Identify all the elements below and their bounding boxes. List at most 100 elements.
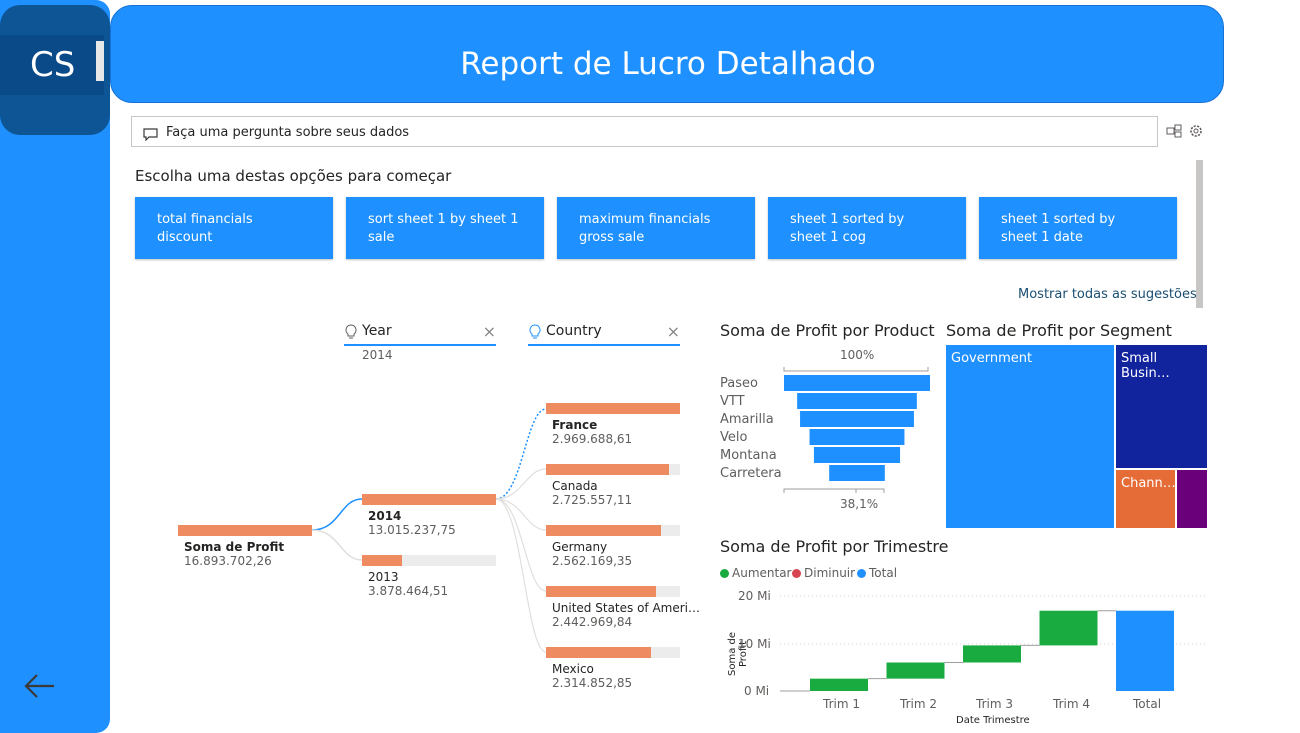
waterfall-bar[interactable] (886, 662, 945, 679)
decomp-node-label: Canada (552, 479, 598, 493)
lightbulb-icon (344, 324, 358, 340)
x-tick-label: Trim 4 (1053, 697, 1090, 711)
legend-label: Diminuir (804, 566, 856, 580)
funnel-bar[interactable] (809, 429, 905, 445)
legend-item[interactable]: Total (857, 566, 897, 580)
decomp-node-label: France (552, 418, 598, 432)
decomp-bar-track[interactable] (546, 647, 680, 658)
decomp-node-label: United States of Ameri… (552, 601, 701, 615)
treemap-tile[interactable]: Chann… (1116, 470, 1176, 528)
decomp-bar-track[interactable] (546, 403, 680, 414)
logo-text: CS (30, 45, 76, 85)
decomp-bar (178, 525, 312, 536)
y-tick-label: 20 Mi (738, 589, 771, 603)
y-tick-label: 0 Mi (744, 684, 770, 698)
legend-label: Aumentar (732, 566, 792, 580)
funnel-category-label: Carretera (720, 466, 782, 481)
back-arrow-icon[interactable] (22, 668, 58, 704)
treemap-tile[interactable]: Small Busin… (1116, 345, 1207, 468)
suggestions-heading: Escolha uma destas opções para começar (135, 167, 452, 185)
logo-bar (96, 41, 104, 81)
decomp-node-value: 13.015.237,75 (368, 523, 456, 537)
qa-convert-icon[interactable] (1166, 123, 1182, 139)
show-all-suggestions-link[interactable]: Mostrar todas as sugestões (1018, 287, 1197, 302)
decomp-bar-track[interactable] (178, 525, 312, 536)
qa-scrollbar[interactable] (1196, 160, 1203, 308)
funnel-bar[interactable] (784, 375, 930, 391)
decomp-bar-track[interactable] (362, 555, 496, 566)
funnel-bar[interactable] (797, 393, 917, 409)
decomp-bar (546, 586, 656, 597)
treemap-tile-label: Small Busin… (1121, 351, 1170, 381)
funnel-bar[interactable] (800, 411, 914, 427)
qa-question-input[interactable]: Faça uma pergunta sobre seus dados (131, 116, 1158, 147)
decomp-node-value: 16.893.702,26 (184, 554, 272, 568)
waterfall-bar[interactable] (1039, 610, 1098, 646)
decomp-bar-track[interactable] (546, 586, 680, 597)
x-tick-label: Total (1133, 697, 1162, 711)
funnel-bar[interactable] (813, 447, 901, 463)
decomp-bar (362, 555, 403, 566)
page-title: Report de Lucro Detalhado (460, 46, 876, 82)
suggestion-chip[interactable]: sort sheet 1 by sheet 1 sale (346, 197, 544, 259)
suggestion-chip[interactable]: maximum financials gross sale (557, 197, 755, 259)
treemap-tile-label: Government (951, 351, 1033, 366)
waterfall-bar[interactable] (963, 645, 1021, 663)
decomp-node-label: Germany (552, 540, 608, 554)
decomp-level-year-header[interactable]: Year × (344, 322, 496, 346)
legend-item[interactable]: Diminuir (792, 566, 855, 580)
lightbulb-icon (528, 324, 542, 340)
decomp-node-country: United States of Ameri… 2.442.969,84 (552, 601, 700, 629)
decomp-bar (546, 647, 651, 658)
treemap-tile-label: Chann… (1121, 476, 1176, 491)
decomp-node-value: 3.878.464,51 (368, 584, 449, 598)
decomp-node-year: 2013 3.878.464,51 (368, 570, 448, 598)
close-icon[interactable]: × (667, 322, 680, 341)
decomp-level-label: Year (362, 323, 392, 339)
header-banner: Report de Lucro Detalhado (110, 5, 1224, 103)
close-icon[interactable]: × (483, 322, 496, 341)
waterfall-y-axis-title: Soma de Profit (727, 632, 749, 677)
gear-icon[interactable] (1188, 123, 1204, 139)
funnel-category-label: Montana (720, 448, 777, 463)
funnel-category-label: Paseo (720, 376, 758, 391)
waterfall-chart[interactable] (780, 590, 1210, 698)
suggestion-chip[interactable]: sheet 1 sorted by sheet 1 date (979, 197, 1177, 259)
x-tick-label: Trim 1 (823, 697, 860, 711)
decomp-node-country: Canada 2.725.557,11 (552, 479, 632, 507)
suggestion-chip[interactable]: total financials discount (135, 197, 333, 259)
logo-badge: CS (0, 35, 104, 95)
treemap-tile[interactable]: Government (946, 345, 1114, 528)
waterfall-bar[interactable] (810, 678, 868, 691)
waterfall-x-axis-title: Date Trimestre (956, 715, 1030, 726)
app-logo: CS (0, 5, 110, 135)
y-tick-label: 10 Mi (738, 637, 771, 651)
decomp-bar-track[interactable] (546, 464, 680, 475)
legend-item[interactable]: Aumentar (720, 566, 791, 580)
funnel-bar[interactable] (829, 465, 885, 481)
x-tick-label: Trim 2 (900, 697, 937, 711)
decomp-node-value: 2.969.688,61 (552, 432, 633, 446)
legend-dot (792, 569, 801, 578)
funnel-top-pct: 100% (840, 348, 875, 362)
decomp-bar (546, 464, 670, 475)
decomp-bar (546, 525, 662, 536)
x-tick-label: Trim 3 (976, 697, 1013, 711)
funnel-title: Soma de Profit por Product (720, 321, 935, 340)
chat-bubble-icon (143, 126, 158, 142)
decomp-node-value: 2.725.557,11 (552, 493, 633, 507)
decomp-bar-track[interactable] (546, 525, 680, 536)
waterfall-bar[interactable] (1116, 610, 1174, 691)
decomp-node-country: Mexico 2.314.852,85 (552, 662, 632, 690)
treemap-tile[interactable] (1177, 470, 1207, 528)
funnel-category-label: Amarilla (720, 412, 774, 427)
decomp-node-label: Soma de Profit (184, 540, 285, 554)
decomp-node-country: France 2.969.688,61 (552, 418, 632, 446)
decomp-level-country-header[interactable]: Country × (528, 322, 680, 346)
decomp-node-root: Soma de Profit 16.893.702,26 (184, 540, 284, 568)
decomp-bar-track[interactable] (362, 494, 496, 505)
decomp-node-country: Germany 2.562.169,35 (552, 540, 632, 568)
decomp-node-label: Mexico (552, 662, 594, 676)
suggestion-chip[interactable]: sheet 1 sorted by sheet 1 cog (768, 197, 966, 259)
waterfall-title: Soma de Profit por Trimestre (720, 537, 949, 556)
